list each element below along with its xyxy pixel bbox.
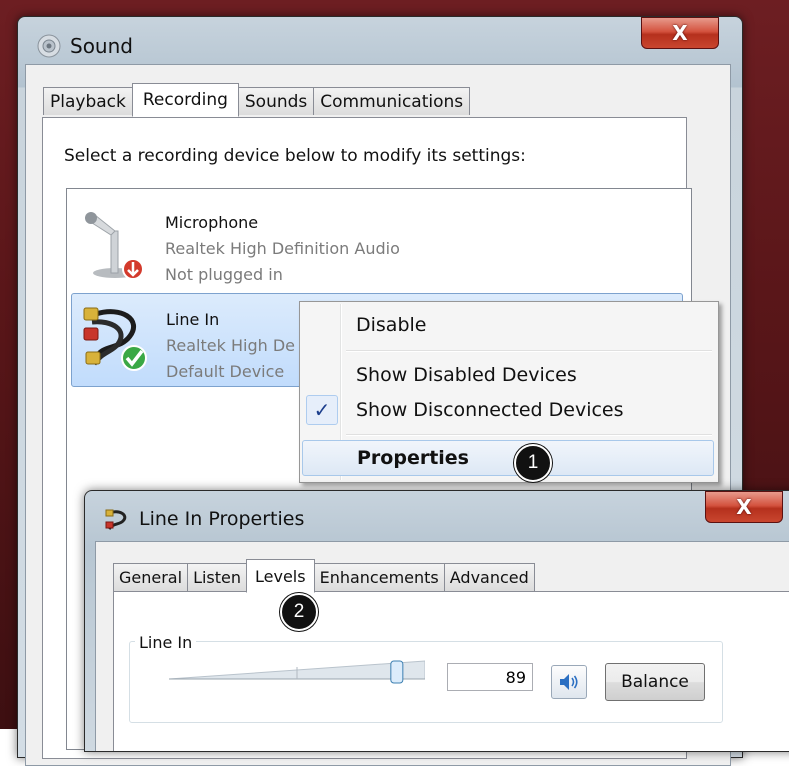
instruction-text: Select a recording device below to modif… — [64, 146, 526, 166]
tab-listen[interactable]: Listen — [187, 563, 248, 591]
speaker-app-icon — [37, 34, 61, 58]
tab-label: Enhancements — [319, 568, 439, 587]
green-check-icon — [121, 345, 147, 371]
device-name: Microphone — [165, 213, 259, 232]
menu-item-label: Show Disabled Devices — [356, 364, 577, 386]
properties-window-title: Line In Properties — [139, 508, 305, 530]
list-item-microphone[interactable]: Microphone Realtek High Definition Audio… — [71, 197, 681, 289]
properties-title-bar: Line In Properties — [105, 507, 304, 531]
tab-levels[interactable]: Levels — [246, 559, 315, 593]
device-status: Default Device — [166, 362, 285, 381]
line-in-app-icon — [105, 509, 127, 530]
menu-item-show-disabled[interactable]: Show Disabled Devices — [302, 358, 714, 392]
level-value-input[interactable]: 89 — [447, 663, 533, 691]
line-in-cable-icon — [83, 307, 147, 371]
device-driver: Realtek High Definition Audio — [165, 239, 400, 258]
balance-button[interactable]: Balance — [605, 663, 705, 701]
tab-label: Listen — [193, 568, 242, 587]
tab-label: Communications — [320, 91, 464, 112]
device-status: Not plugged in — [165, 265, 283, 284]
mute-toggle-button[interactable] — [551, 665, 587, 699]
menu-separator — [346, 350, 712, 352]
line-in-properties-window: Line In Properties X General Listen Leve… — [84, 490, 789, 752]
sound-tabs: Playback Recording Sounds Communications — [43, 83, 471, 117]
group-label: Line In — [135, 633, 197, 652]
microphone-icon — [85, 212, 144, 280]
tab-label: Recording — [142, 90, 228, 110]
properties-tabs: General Listen Levels Enhancements Advan… — [113, 559, 535, 593]
speaker-icon — [560, 674, 578, 690]
tab-advanced[interactable]: Advanced — [443, 563, 535, 591]
close-icon: X — [736, 495, 752, 519]
context-menu: Disable Show Disabled Devices ✓ Show Dis… — [299, 301, 719, 483]
tab-playback[interactable]: Playback — [43, 87, 133, 115]
sound-close-button[interactable]: X — [641, 17, 719, 49]
sound-window-title: Sound — [70, 34, 133, 58]
step-badge-2: 2 — [280, 593, 318, 631]
tab-sounds[interactable]: Sounds — [237, 87, 315, 115]
level-slider[interactable] — [169, 659, 425, 687]
menu-separator — [346, 434, 712, 436]
sound-title-bar: Sound — [36, 31, 133, 61]
tab-label: General — [119, 568, 183, 587]
checkmark-icon: ✓ — [306, 395, 338, 425]
tab-label: Sounds — [244, 91, 308, 112]
device-name: Line In — [166, 310, 220, 329]
menu-item-properties[interactable]: Properties — [302, 440, 714, 476]
slider-thumb[interactable] — [390, 660, 404, 684]
tab-recording[interactable]: Recording — [131, 83, 239, 117]
properties-close-button[interactable]: X — [705, 491, 783, 523]
menu-item-label: Properties — [357, 447, 469, 469]
menu-item-label: Disable — [356, 314, 427, 336]
menu-item-disable[interactable]: Disable — [302, 308, 714, 342]
tab-enhancements[interactable]: Enhancements — [313, 563, 445, 591]
device-driver: Realtek High De — [166, 336, 295, 355]
close-icon: X — [672, 21, 688, 45]
tab-label: Advanced — [449, 568, 529, 587]
tab-label: Playback — [50, 91, 126, 112]
tab-label: Levels — [255, 566, 306, 586]
step-badge-1: 1 — [514, 444, 552, 482]
menu-item-show-disconnected[interactable]: ✓ Show Disconnected Devices — [302, 393, 714, 427]
tab-general[interactable]: General — [113, 563, 189, 591]
tab-communications[interactable]: Communications — [313, 87, 471, 115]
menu-item-label: Show Disconnected Devices — [356, 399, 624, 421]
